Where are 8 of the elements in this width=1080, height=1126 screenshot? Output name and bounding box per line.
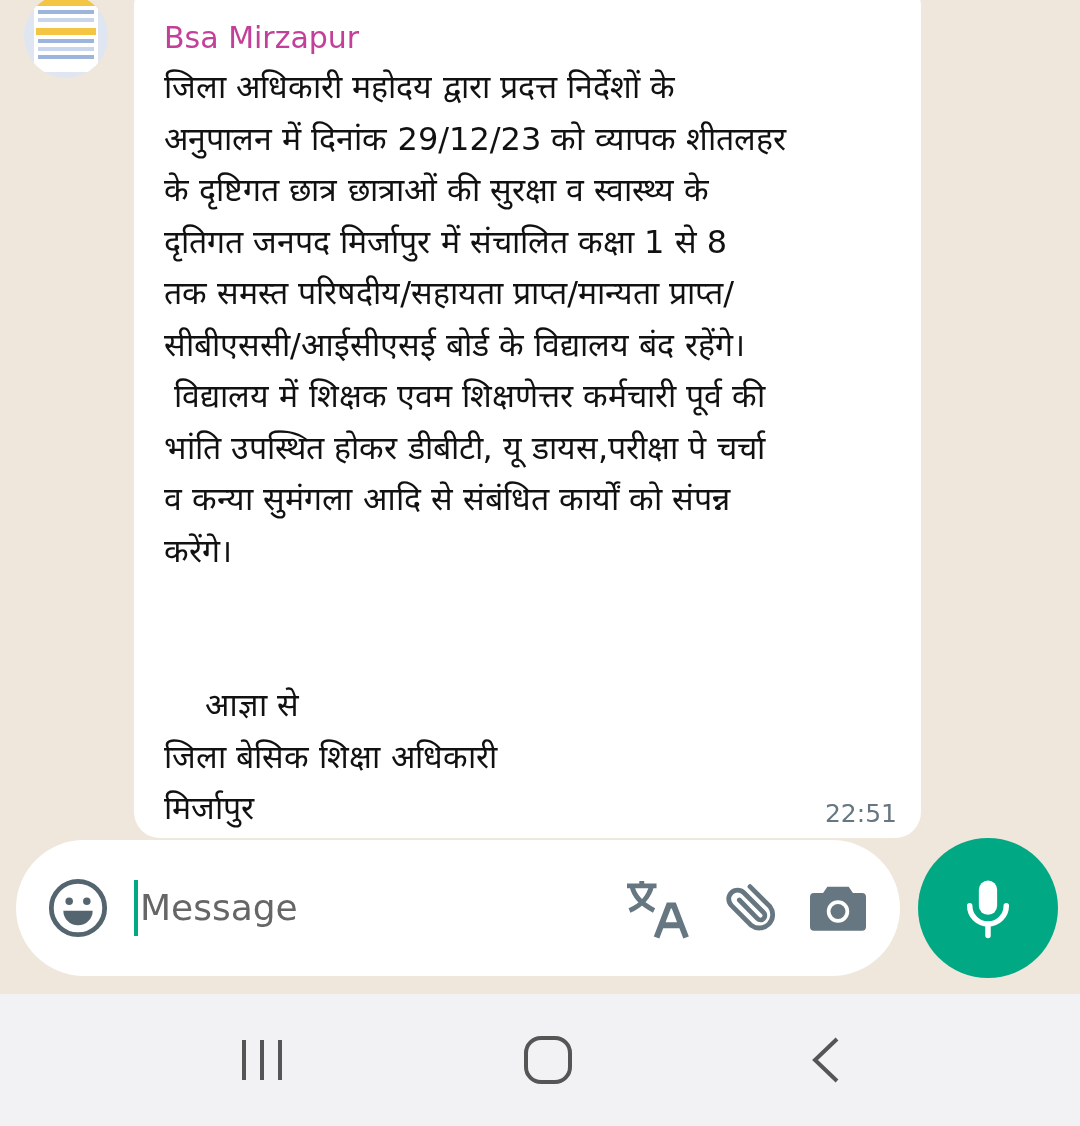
message-time: 22:51	[824, 798, 897, 828]
text-cursor	[134, 879, 138, 936]
message-input[interactable]: Message	[137, 887, 600, 928]
back-icon[interactable]	[811, 1035, 841, 1084]
message-bubble[interactable]	[134, 0, 921, 838]
home-icon[interactable]	[523, 1034, 573, 1085]
message-text: जिला अधिकारी महोदय द्वारा प्रदत्त निर्देशों के अनुपालन में दिनांक 29/12/23 को व्यापक शीतलहर के दृष्टिगत छात्र छात्राओं की सुरक्षा व स्वास्थ्य के दृतिगत जनपद मिर्जापुर में संचालित कक्षा 1 से 8 तक समस्त परिषदीय/सहायता प्राप्त/मान्यता प्राप्त/ सीबीएससी/आईसीएसई बोर्ड के विद्यालय बंद रहेंगे। विद्यालय में शिक्षक एवम शिक्षणेत्तर कर्मचारी पूर्व की भांति उपस्थित होकर डीबीटी, यू डायस,परीक्षा पे चर्चा व कन्या सुमंगला आदि से संबंधित कार्यों को संपन्न करेंगे। आज्ञा से जिला बेसिक शिक्षा अधिकारी मिर्जापुर	[164, 67, 786, 830]
sender-name: Bsa Mirzapur	[164, 19, 361, 57]
